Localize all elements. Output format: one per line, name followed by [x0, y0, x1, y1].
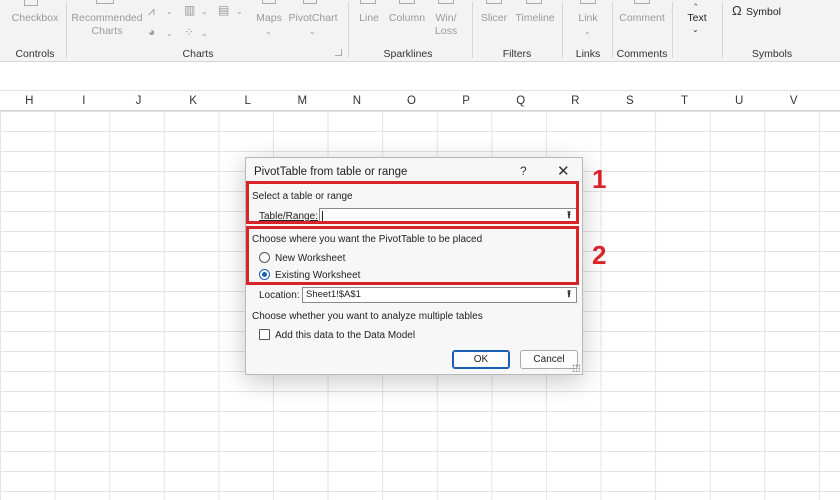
- group-label-filters: Filters: [502, 48, 532, 60]
- group-label-sparklines: Sparklines: [383, 48, 433, 60]
- group-label-comments: Comments: [616, 48, 668, 60]
- line-chart-icon[interactable]: ⩘: [148, 5, 155, 17]
- highlight-box-1: [246, 181, 579, 224]
- chevron-down-icon[interactable]: ⌄: [584, 26, 591, 38]
- slicer-icon: [486, 0, 502, 4]
- pie-chart-icon[interactable]: ◕: [148, 26, 155, 38]
- column-header[interactable]: N: [330, 91, 385, 111]
- group-label-charts: Charts: [182, 48, 214, 60]
- chevron-down-icon[interactable]: ⌄: [265, 26, 272, 38]
- close-icon[interactable]: ✕: [557, 162, 570, 180]
- symbol-button[interactable]: Symbol: [746, 6, 786, 19]
- ribbon-separator: [348, 2, 349, 58]
- column-header[interactable]: L: [220, 91, 275, 111]
- combo-chart-icon[interactable]: ▤: [218, 4, 229, 16]
- sparkline-column-icon: [399, 0, 415, 4]
- link-icon: [580, 0, 596, 4]
- checkbox-icon: [24, 0, 38, 6]
- chevron-down-icon[interactable]: ⌄: [309, 26, 316, 38]
- sparkline-winloss-button[interactable]: Win/ Loss: [428, 12, 464, 38]
- sparkline-column-button[interactable]: Column: [386, 12, 428, 25]
- pivotchart-button[interactable]: PivotChart: [288, 12, 338, 25]
- location-input[interactable]: Sheet1!$A$1: [302, 287, 577, 303]
- timeline-button[interactable]: Timeline: [512, 12, 558, 25]
- ribbon-separator: [672, 2, 673, 58]
- ribbon-separator: [612, 2, 613, 58]
- column-header[interactable]: Q: [493, 91, 548, 111]
- highlight-box-2: [246, 226, 579, 285]
- timeline-icon: [526, 0, 542, 4]
- sparkline-line-button[interactable]: Line: [352, 12, 386, 25]
- link-button[interactable]: Link: [568, 12, 608, 25]
- column-header[interactable]: T: [657, 91, 712, 111]
- column-header-row: HIJKLMNOPQRSTUV: [0, 91, 840, 111]
- chevron-down-icon[interactable]: ⌄: [236, 6, 243, 18]
- section-multiple-tables-label: Choose whether you want to analyze multi…: [252, 311, 483, 322]
- group-label-links: Links: [575, 48, 601, 60]
- column-header[interactable]: I: [57, 91, 112, 111]
- omega-icon: Ω: [732, 3, 742, 18]
- column-header[interactable]: S: [603, 91, 658, 111]
- dialog-title: PivotTable from table or range: [254, 166, 408, 178]
- data-model-label[interactable]: Add this data to the Data Model: [275, 330, 415, 341]
- column-header[interactable]: P: [439, 91, 494, 111]
- chevron-down-icon[interactable]: ⌄: [201, 28, 208, 40]
- ribbon-separator: [722, 2, 723, 58]
- column-header[interactable]: V: [766, 91, 821, 111]
- comment-icon: [634, 0, 650, 4]
- data-model-checkbox[interactable]: [259, 329, 270, 340]
- charts-dialog-launcher-icon[interactable]: [335, 49, 342, 56]
- column-header[interactable]: M: [275, 91, 330, 111]
- ribbon-separator: [562, 2, 563, 58]
- scatter-chart-icon[interactable]: ⁘: [184, 26, 194, 38]
- chevron-down-icon[interactable]: ⌄: [166, 6, 173, 18]
- recommended-charts-icon: [96, 0, 114, 4]
- bar-chart-icon[interactable]: ▥: [184, 4, 195, 16]
- chevron-down-icon[interactable]: ⌄: [201, 6, 208, 18]
- location-value: Sheet1!$A$1: [306, 289, 361, 300]
- ok-button[interactable]: OK: [452, 350, 510, 369]
- sparkline-line-icon: [360, 0, 376, 4]
- text-icon: ‸: [694, 0, 698, 6]
- pivotchart-icon: [303, 0, 317, 4]
- annotation-label-2: 2: [592, 240, 607, 270]
- group-label-controls: Controls: [15, 48, 55, 60]
- maps-button[interactable]: Maps: [250, 12, 288, 25]
- sparkline-winloss-icon: [438, 0, 454, 4]
- chevron-down-icon[interactable]: ⌄: [166, 28, 173, 40]
- annotation-label-1: 1: [592, 164, 607, 194]
- column-header[interactable]: H: [2, 91, 57, 111]
- ribbon-separator: [66, 2, 67, 58]
- column-header[interactable]: J: [111, 91, 166, 111]
- resize-grip-icon[interactable]: [572, 364, 580, 372]
- cancel-button[interactable]: Cancel: [520, 350, 578, 369]
- ribbon: Checkbox Controls Recommended Charts ⩘ ⌄…: [0, 0, 840, 62]
- help-button[interactable]: ?: [520, 164, 527, 178]
- formula-bar-area: [0, 63, 840, 91]
- checkbox-button[interactable]: Checkbox: [6, 12, 64, 25]
- slicer-button[interactable]: Slicer: [476, 12, 512, 25]
- ribbon-separator: [472, 2, 473, 58]
- recommended-charts-button[interactable]: Recommended Charts: [68, 12, 146, 38]
- location-label: Location:: [259, 290, 300, 301]
- chevron-down-icon[interactable]: ⌄: [692, 24, 699, 36]
- column-header[interactable]: K: [166, 91, 221, 111]
- column-header[interactable]: R: [548, 91, 603, 111]
- group-label-symbols: Symbols: [751, 48, 793, 60]
- column-header[interactable]: U: [712, 91, 767, 111]
- comment-button[interactable]: Comment: [616, 12, 668, 25]
- column-header[interactable]: O: [384, 91, 439, 111]
- maps-icon: [262, 0, 276, 4]
- collapse-dialog-icon[interactable]: ⭱: [562, 288, 576, 302]
